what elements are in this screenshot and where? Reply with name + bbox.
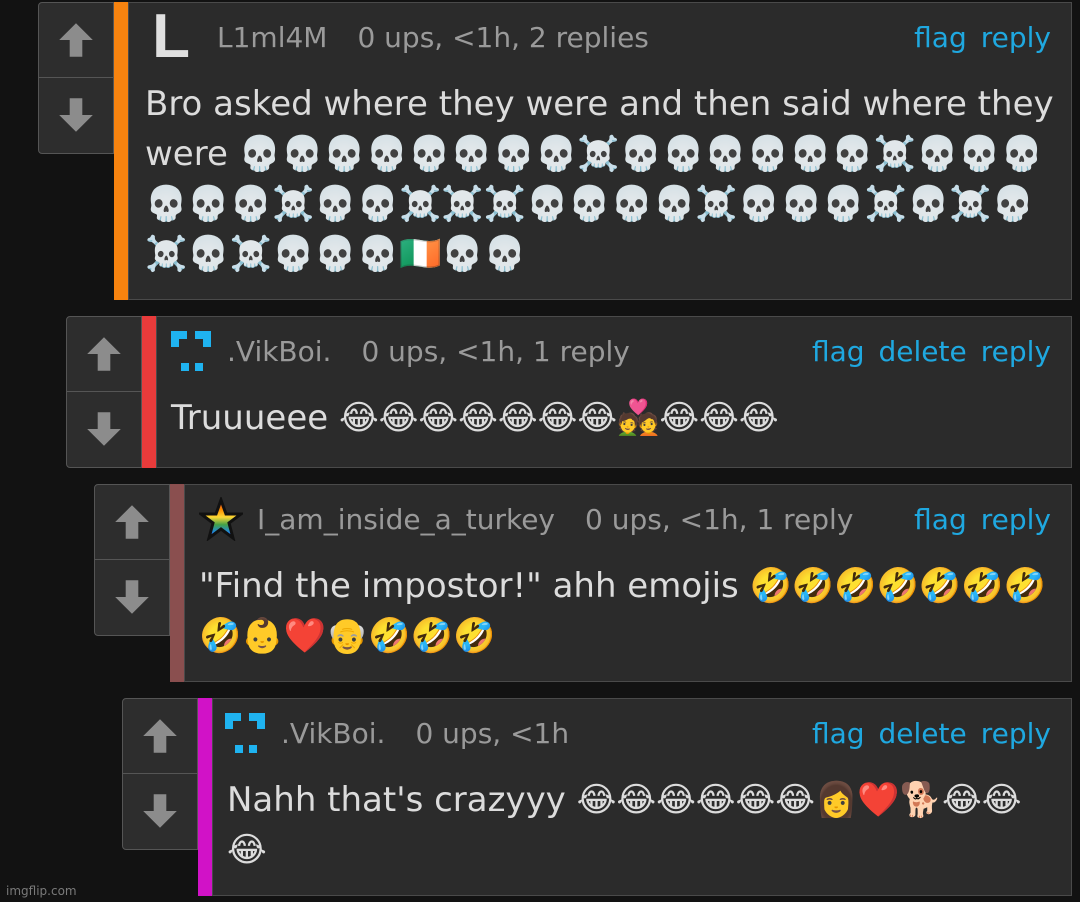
upvote-button[interactable] [39,3,113,78]
downvote-button[interactable] [95,560,169,634]
pixel-avatar-icon[interactable] [223,711,267,755]
pixel-avatar-icon[interactable] [169,329,213,373]
reply-link[interactable]: reply [981,335,1051,368]
arrow-down-icon [115,580,149,614]
avatar[interactable]: L [149,2,193,71]
comment-body: .VikBoi. 0 ups, <1h flag delete reply Na… [212,698,1072,896]
vote-box [94,484,170,636]
username[interactable]: I_am_inside_a_turkey [257,503,555,536]
upvote-button[interactable] [95,485,169,560]
comment-header: I_am_inside_a_turkey 0 ups, <1h, 1 reply… [199,497,1051,541]
comment-meta: 0 ups, <1h, 2 replies [357,20,649,54]
arrow-down-icon [59,98,93,132]
comment-body: I_am_inside_a_turkey 0 ups, <1h, 1 reply… [184,484,1072,682]
downvote-button[interactable] [123,774,197,848]
flag-link[interactable]: flag [914,21,967,54]
arrow-up-icon [59,23,93,57]
comment-actions: flag delete reply [812,335,1051,368]
comment-text: "Find the impostor!" ahh emojis 🤣🤣🤣🤣🤣🤣🤣🤣… [199,566,1046,656]
avatar-letter: L [152,2,190,71]
reply-link[interactable]: reply [981,717,1051,750]
comment: .VikBoi. 0 ups, <1h, 1 reply flag delete… [66,316,1072,468]
username[interactable]: L1ml4M [217,21,327,54]
arrow-down-icon [143,794,177,828]
arrow-up-icon [143,719,177,753]
reply-link[interactable]: reply [981,21,1051,54]
vote-box [122,698,198,850]
comment-actions: flag delete reply [812,717,1051,750]
arrow-down-icon [87,412,121,446]
comment-actions: flag reply [914,21,1051,54]
thread-bar [170,484,184,682]
upvote-button[interactable] [123,699,197,774]
thread-bar [114,2,128,300]
comment-header: L L1ml4M 0 ups, <1h, 2 replies flag repl… [149,2,1051,71]
comment-body: .VikBoi. 0 ups, <1h, 1 reply flag delete… [156,316,1072,468]
delete-link[interactable]: delete [879,717,967,750]
comment: .VikBoi. 0 ups, <1h flag delete reply Na… [122,698,1072,896]
comment-meta: 0 ups, <1h [415,716,570,750]
comment-meta: 0 ups, <1h, 1 reply [361,334,630,368]
thread-bar [142,316,156,468]
vote-box [66,316,142,468]
comment-header: .VikBoi. 0 ups, <1h flag delete reply [223,713,1051,753]
comment-text: Truuueee 😂😂😂😂😂😂😂💑😂😂😂 [171,398,779,438]
comment-header: .VikBoi. 0 ups, <1h, 1 reply flag delete… [169,331,1051,371]
upvote-button[interactable] [67,317,141,392]
vote-box [38,2,114,154]
username[interactable]: .VikBoi. [227,335,331,368]
flag-link[interactable]: flag [812,717,865,750]
comment-body: L L1ml4M 0 ups, <1h, 2 replies flag repl… [128,2,1072,300]
arrow-up-icon [115,505,149,539]
comment-meta: 0 ups, <1h, 1 reply [585,502,854,536]
reply-link[interactable]: reply [981,503,1051,536]
rainbow-star-icon[interactable] [199,497,243,541]
downvote-button[interactable] [67,392,141,466]
comment-actions: flag reply [914,503,1051,536]
comment-text: Nahh that's crazyyy 😂😂😂😂😂😂👩❤️🐕😂😂😂 [227,780,1022,870]
comment: I_am_inside_a_turkey 0 ups, <1h, 1 reply… [94,484,1072,682]
thread-bar [198,698,212,896]
username[interactable]: .VikBoi. [281,717,385,750]
flag-link[interactable]: flag [812,335,865,368]
watermark: imgflip.com [6,884,77,898]
downvote-button[interactable] [39,78,113,152]
comment: L L1ml4M 0 ups, <1h, 2 replies flag repl… [38,2,1072,300]
arrow-up-icon [87,337,121,371]
flag-link[interactable]: flag [914,503,967,536]
comment-text: Bro asked where they were and then said … [145,84,1054,274]
delete-link[interactable]: delete [879,335,967,368]
